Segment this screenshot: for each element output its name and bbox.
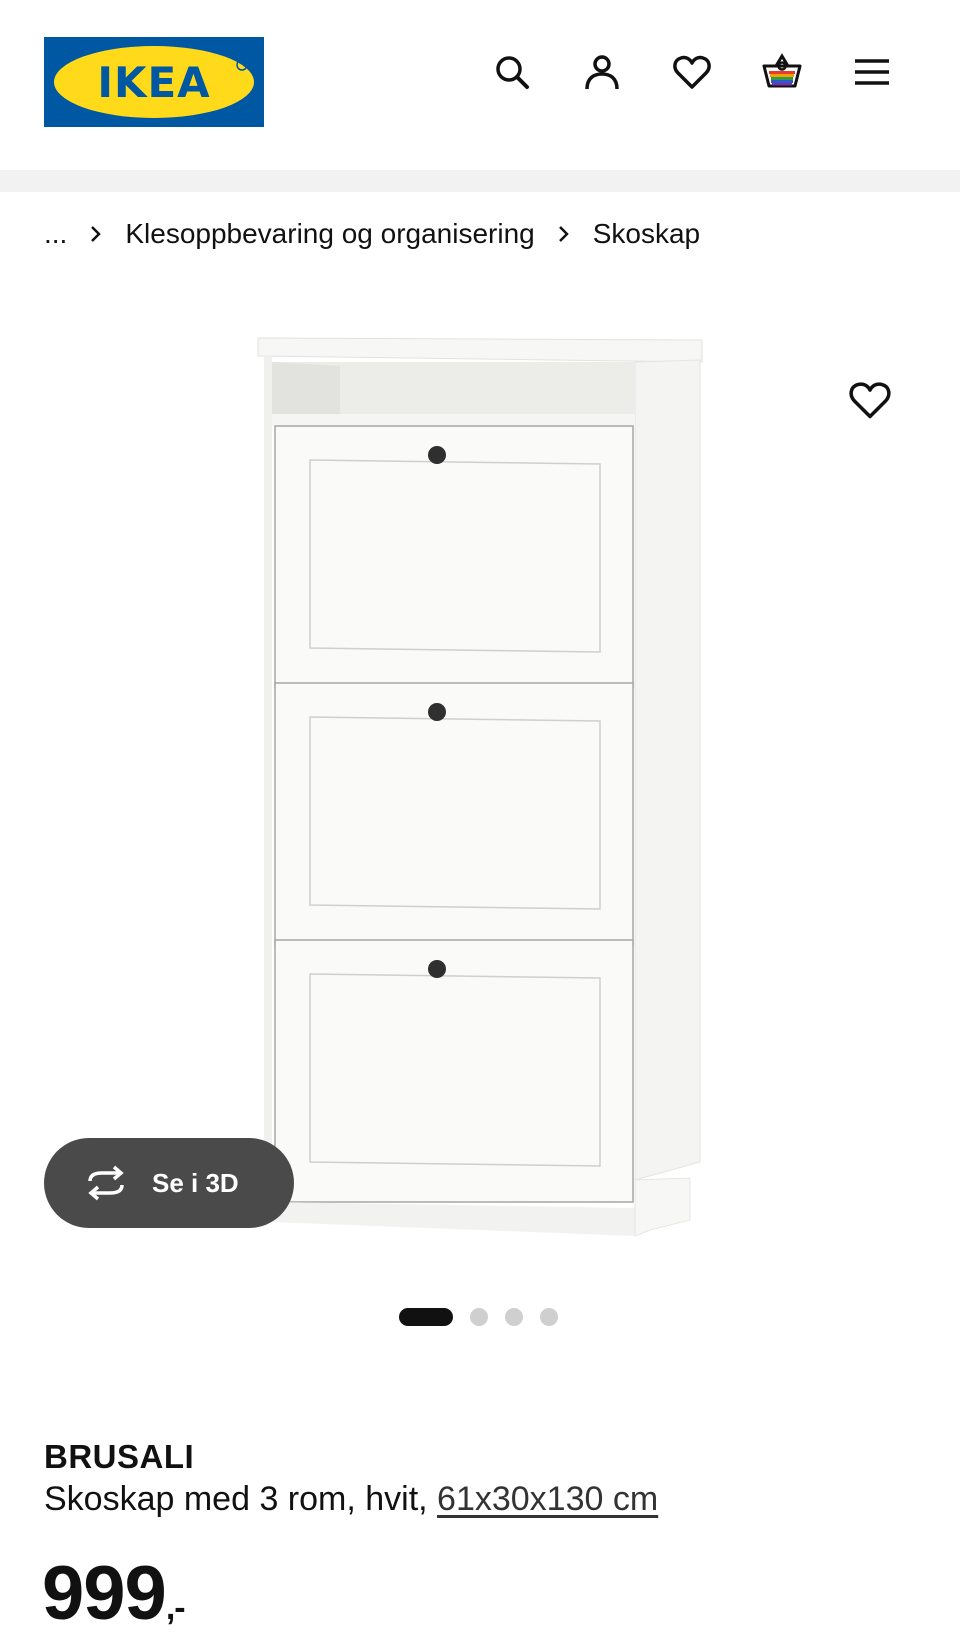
price-suffix: ,- [165,1589,186,1627]
product-gallery[interactable] [0,300,960,1260]
product-description-text: Skoskap med 3 rom, hvit, [44,1480,438,1518]
favourites-icon[interactable] [672,52,712,92]
search-icon[interactable] [492,52,532,92]
price-value: 999 [42,1551,167,1636]
view-in-3d-label: Se i 3D [152,1167,239,1198]
breadcrumb-item-shoe-cabinet[interactable]: Skoskap [593,218,700,250]
carousel-dot-4[interactable] [540,1308,558,1326]
carousel-dot-3[interactable] [505,1308,523,1326]
breadcrumb-item-clothing-storage[interactable]: Klesoppbevaring og organisering [125,218,534,250]
carousel-pagination [399,1308,558,1326]
product-name: BRUSALI [44,1438,195,1475]
carousel-dot-1[interactable] [399,1308,453,1326]
svg-text:IKEA: IKEA [97,58,210,107]
product-description: Skoskap med 3 rom, hvit, 61x30x130 cm [44,1480,658,1519]
rotate-3d-icon [88,1165,124,1201]
product-price: 999,- [42,1550,186,1637]
header-divider [0,170,960,192]
product-dimensions-link[interactable]: 61x30x130 cm [437,1480,658,1518]
view-in-3d-button[interactable]: Se i 3D [44,1138,294,1228]
chevron-right-icon [557,224,571,244]
chevron-right-icon [89,224,103,244]
account-icon[interactable] [582,52,622,92]
site-header: IKEA [0,0,960,170]
ikea-logo[interactable]: IKEA [44,37,264,127]
carousel-dot-2[interactable] [470,1308,488,1326]
heart-icon [849,382,891,419]
menu-icon[interactable] [852,52,892,92]
add-to-favourites-button[interactable] [848,378,892,422]
product-image [257,337,703,1237]
cart-icon[interactable] [762,52,802,92]
breadcrumb: ... Klesoppbevaring og organisering Skos… [44,218,700,250]
breadcrumb-ellipsis[interactable]: ... [44,218,67,250]
